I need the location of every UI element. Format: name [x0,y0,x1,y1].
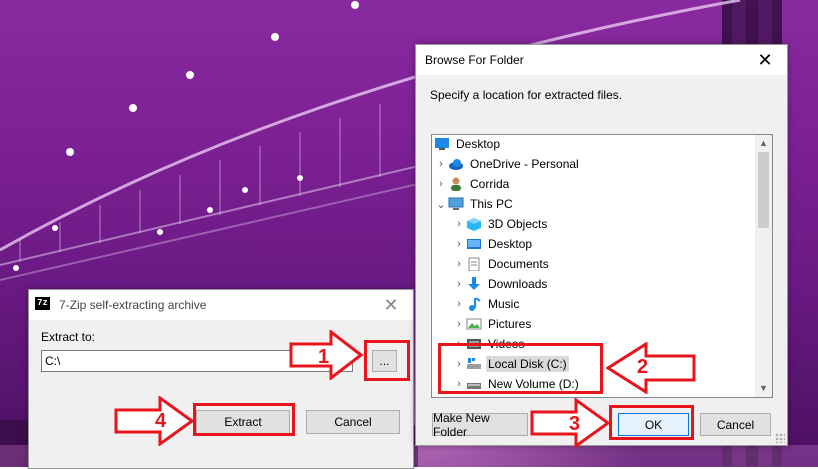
tree-item-downloads[interactable]: › Downloads [452,274,772,294]
tree-label: 3D Objects [488,217,548,231]
highlight-local-disk [438,343,603,394]
tree-item-documents[interactable]: › Documents [452,254,772,274]
user-icon [448,177,464,191]
chevron-right-icon[interactable]: › [452,318,466,330]
tree-item-corrida[interactable]: › Corrida [434,174,756,194]
sfx-titlebar[interactable]: 7z 7-Zip self-extracting archive ✕ [29,290,413,320]
browse-close-button[interactable]: ✕ [743,45,787,75]
3d-objects-icon [466,217,482,231]
arrow-step4-icon [114,396,194,446]
tree-label: Downloads [488,277,548,291]
chevron-right-icon[interactable]: › [452,278,466,290]
tree-item-onedrive[interactable]: › OneDrive - Personal [434,154,756,174]
sfx-title: 7-Zip self-extracting archive [59,298,207,312]
music-icon [466,297,482,311]
tree-label: Music [488,297,520,311]
tree-label: Pictures [488,317,532,331]
tree-item-pictures[interactable]: › Pictures [452,314,772,334]
tree-label: Desktop [456,137,501,151]
tree-item-this-pc[interactable]: ⌄ This PC [434,194,756,214]
computer-icon [448,197,464,211]
tree-item-music[interactable]: › Music [452,294,772,314]
sfx-cancel-button[interactable]: Cancel [306,410,400,434]
close-icon: ✕ [757,49,773,70]
highlight-browse-button [364,340,410,381]
tree-item-desktop[interactable]: › Desktop [452,234,772,254]
browse-title: Browse For Folder [425,53,524,67]
tree-label: This PC [470,197,513,211]
chevron-right-icon[interactable]: › [452,218,466,230]
chevron-right-icon[interactable]: › [452,298,466,310]
step-number-4: 4 [155,410,167,432]
downloads-icon [466,277,482,291]
chevron-right-icon[interactable]: › [452,238,466,250]
step-number-2: 2 [637,356,649,378]
desktop-icon [466,237,482,251]
onedrive-cloud-icon [448,157,464,171]
scroll-thumb[interactable] [758,152,769,228]
scroll-up-icon[interactable]: ▲ [755,135,772,152]
tree-label: OneDrive - Personal [470,157,579,171]
tree-label: Corrida [470,177,510,191]
chevron-down-icon[interactable]: ⌄ [434,198,448,211]
sfx-close-button[interactable]: ✕ [369,290,413,320]
arrow-step2-icon [606,342,696,394]
7zip-app-icon: 7z [35,297,50,310]
browse-titlebar[interactable]: Browse For Folder ✕ [416,45,787,75]
extract-to-label: Extract to: [41,330,96,344]
chevron-right-icon[interactable]: › [434,158,448,170]
close-icon: ✕ [383,294,399,315]
pictures-icon [466,317,482,331]
highlight-extract-button [193,403,295,436]
tree-scrollbar[interactable]: ▲ ▼ [755,135,772,397]
scroll-down-icon[interactable]: ▼ [755,380,772,397]
browse-cancel-button[interactable]: Cancel [700,413,771,436]
step-number-3: 3 [569,413,581,435]
tree-item-3d-objects[interactable]: › 3D Objects [452,214,772,234]
step-number-1: 1 [318,346,330,368]
desktop-folder-icon [434,137,450,151]
tree-label: Documents [488,257,549,271]
chevron-right-icon[interactable]: › [452,258,466,270]
resize-grip[interactable] [775,433,785,443]
browse-instruction: Specify a location for extracted files. [430,88,623,102]
documents-icon [466,257,482,272]
highlight-ok-button [609,405,694,440]
tree-label: Desktop [488,237,533,251]
chevron-right-icon[interactable]: › [434,178,448,190]
make-new-folder-button[interactable]: Make New Folder [432,411,528,439]
tree-item-desktop-root[interactable]: Desktop [432,135,754,154]
